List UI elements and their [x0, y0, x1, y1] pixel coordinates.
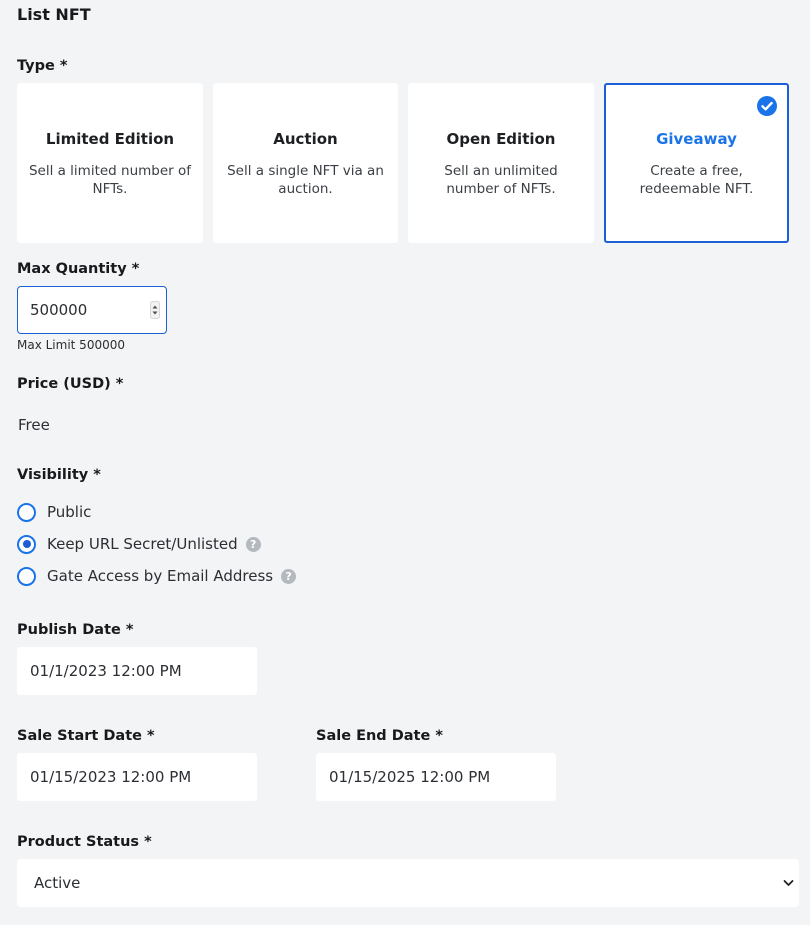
sale-end-date-input[interactable]: 01/15/2025 12:00 PM: [316, 753, 556, 801]
visibility-option-email-gate[interactable]: Gate Access by Email Address ?: [17, 565, 297, 587]
sale-end-date-value: 01/15/2025 12:00 PM: [329, 768, 491, 786]
chevron-down-icon: [783, 880, 794, 886]
card-title: Open Edition: [446, 130, 556, 148]
price-label: Price (USD) *: [17, 376, 124, 392]
card-title: Limited Edition: [45, 130, 175, 148]
type-option-giveaway[interactable]: Giveaway Create a free, redeemable NFT.: [604, 83, 789, 243]
card-title: Auction: [273, 130, 338, 148]
help-icon[interactable]: ?: [281, 568, 297, 584]
sale-start-date-label: Sale Start Date *: [17, 728, 155, 744]
visibility-label: Visibility *: [17, 467, 101, 483]
number-stepper-icon[interactable]: [150, 301, 160, 319]
radio-button[interactable]: [17, 566, 36, 586]
type-option-auction[interactable]: Auction Sell a single NFT via an auction…: [213, 83, 398, 243]
page-title: List NFT: [17, 5, 91, 24]
publish-date-label: Publish Date *: [17, 622, 134, 638]
visibility-option-public[interactable]: Public: [17, 501, 91, 523]
max-quantity-input[interactable]: 500000: [17, 286, 167, 334]
type-option-open-edition[interactable]: Open Edition Sell an unlimited number of…: [408, 83, 594, 243]
radio-button[interactable]: [17, 502, 36, 522]
card-description: Sell an unlimited number of NFTs.: [444, 163, 558, 197]
price-value: Free: [18, 416, 50, 434]
card-description: Sell a single NFT via an auction.: [227, 163, 384, 197]
help-icon[interactable]: ?: [245, 536, 261, 552]
card-description: Create a free, redeemable NFT.: [639, 163, 754, 197]
visibility-option-unlisted[interactable]: Keep URL Secret/Unlisted ?: [17, 533, 261, 555]
check-circle-icon: [757, 96, 777, 116]
publish-date-value: 01/1/2023 12:00 PM: [30, 662, 182, 680]
radio-label: Public: [47, 503, 92, 521]
publish-date-input[interactable]: 01/1/2023 12:00 PM: [17, 647, 257, 695]
max-quantity-label: Max Quantity *: [17, 261, 140, 277]
type-label: Type *: [17, 58, 68, 74]
radio-button-selected[interactable]: [17, 534, 36, 554]
card-title: Giveaway: [656, 130, 737, 148]
radio-label: Keep URL Secret/Unlisted: [47, 535, 238, 553]
product-status-label: Product Status *: [17, 834, 152, 850]
sale-start-date-value: 01/15/2023 12:00 PM: [30, 768, 192, 786]
max-limit-hint: Max Limit 500000: [17, 338, 125, 352]
sale-start-date-input[interactable]: 01/15/2023 12:00 PM: [17, 753, 257, 801]
sale-end-date-label: Sale End Date *: [316, 728, 443, 744]
product-status-value: Active: [34, 874, 81, 892]
type-option-limited-edition[interactable]: Limited Edition Sell a limited number of…: [17, 83, 203, 243]
max-quantity-value: 500000: [30, 301, 88, 319]
card-description: Sell a limited number of NFTs.: [28, 163, 192, 197]
product-status-select[interactable]: Active: [17, 859, 799, 907]
radio-label: Gate Access by Email Address: [47, 567, 274, 585]
